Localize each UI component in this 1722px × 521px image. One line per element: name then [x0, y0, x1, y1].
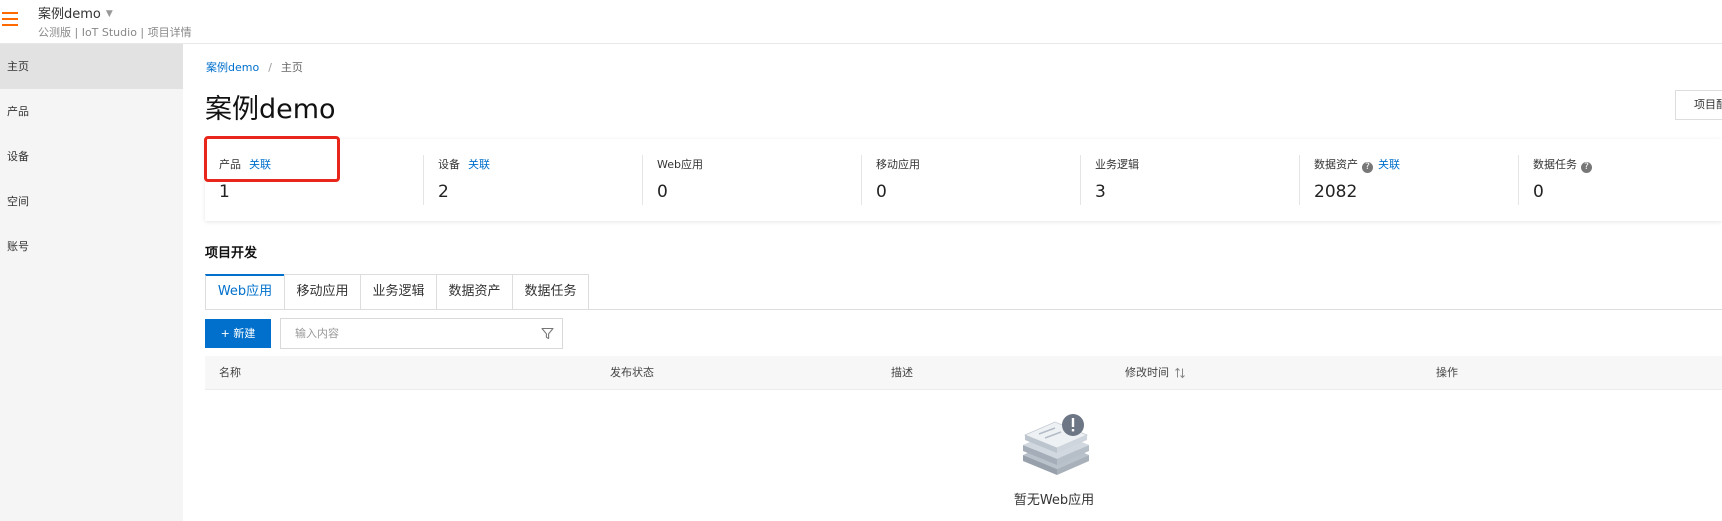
section-title: 项目开发: [205, 246, 258, 261]
stat-label: 数据任务: [1533, 158, 1577, 171]
caret-down-icon: ▼: [105, 9, 113, 19]
column-actions: 操作: [1436, 366, 1458, 379]
project-subtitle: 公测版 | IoT Studio | 项目详情: [38, 26, 192, 39]
stat-link-associate[interactable]: 关联: [1378, 158, 1400, 171]
sidebar-item-home[interactable]: 主页: [0, 44, 183, 89]
divider: [1080, 155, 1081, 205]
tab-data-tasks[interactable]: 数据任务: [512, 274, 589, 310]
divider: [861, 155, 862, 205]
menu-icon[interactable]: [2, 12, 18, 28]
stat-web-apps: Web应用 0: [642, 139, 862, 221]
sidebar-item-products[interactable]: 产品: [0, 89, 183, 134]
divider: [1518, 155, 1519, 205]
top-bar: 案例demo ▼ 公测版 | IoT Studio | 项目详情: [0, 0, 1722, 44]
stat-label: 业务逻辑: [1095, 158, 1139, 171]
stat-value: 0: [1533, 182, 1544, 202]
tab-mobile-apps[interactable]: 移动应用: [284, 274, 361, 310]
breadcrumb: 案例demo / 主页: [206, 59, 303, 75]
stat-data-tasks: 数据任务? 0: [1518, 139, 1722, 221]
sort-icon[interactable]: [1174, 367, 1186, 379]
highlight-box: [204, 136, 340, 182]
stat-data-assets: 数据资产? 关联 2082: [1299, 139, 1519, 221]
divider: [423, 155, 424, 205]
stat-value: 1: [219, 182, 230, 202]
column-description: 描述: [891, 366, 913, 379]
help-icon[interactable]: ?: [1581, 162, 1592, 173]
stats-panel: 产品 关联 1 设备 关联 2 Web应用 0 移动应用 0 业务逻辑 3 数据资产…: [205, 139, 1722, 221]
column-name: 名称: [219, 366, 241, 379]
column-modified-time[interactable]: 修改时间: [1125, 356, 1169, 390]
tab-web-apps[interactable]: Web应用: [205, 274, 285, 310]
sidebar: 主页 产品 设备 空间 账号: [0, 44, 183, 521]
empty-state-text: 暂无Web应用: [1013, 493, 1095, 508]
breadcrumb-separator: /: [268, 61, 272, 74]
table-header: 名称 发布状态 描述 修改时间 操作: [205, 356, 1722, 390]
empty-state-icon: [1023, 414, 1089, 475]
stat-value: 0: [657, 182, 668, 202]
stat-label: 移动应用: [876, 158, 920, 171]
tabs-divider: [205, 309, 1722, 310]
filter-icon[interactable]: [541, 327, 554, 340]
breadcrumb-project-link[interactable]: 案例demo: [206, 61, 259, 74]
stat-value: 2: [438, 182, 449, 202]
breadcrumb-current: 主页: [280, 61, 303, 74]
stat-value: 0: [876, 182, 887, 202]
project-config-button[interactable]: 项目配置: [1675, 90, 1722, 120]
stat-label: 数据资产: [1314, 158, 1358, 171]
stat-value: 2082: [1314, 182, 1358, 202]
stat-business-logic: 业务逻辑 3: [1080, 139, 1300, 221]
search-input[interactable]: [281, 319, 531, 348]
project-switcher[interactable]: 案例demo ▼: [38, 3, 113, 22]
sidebar-item-devices[interactable]: 设备: [0, 134, 183, 179]
stat-mobile-apps: 移动应用 0: [861, 139, 1081, 221]
page-title: 案例demo: [205, 94, 336, 125]
tab-business-logic[interactable]: 业务逻辑: [360, 274, 437, 310]
stat-label: Web应用: [657, 158, 703, 171]
sidebar-item-spaces[interactable]: 空间: [0, 179, 183, 224]
stat-label: 设备: [438, 158, 460, 171]
tab-data-assets[interactable]: 数据资产: [436, 274, 513, 310]
new-button[interactable]: + 新建: [205, 319, 271, 348]
search-box: [280, 318, 563, 349]
divider: [642, 155, 643, 205]
project-name: 案例demo: [38, 7, 101, 22]
divider: [1299, 155, 1300, 205]
column-publish-status: 发布状态: [610, 366, 654, 379]
main-content: 案例demo / 主页 案例demo 项目配置 产品关联 1 设备关联 2 Web应…: [183, 44, 1722, 521]
help-icon[interactable]: ?: [1362, 162, 1373, 173]
sidebar-item-accounts[interactable]: 账号: [0, 224, 183, 269]
stat-link-associate[interactable]: 关联: [468, 158, 490, 171]
stat-devices: 设备 关联 2: [423, 139, 643, 221]
stat-value: 3: [1095, 182, 1106, 202]
